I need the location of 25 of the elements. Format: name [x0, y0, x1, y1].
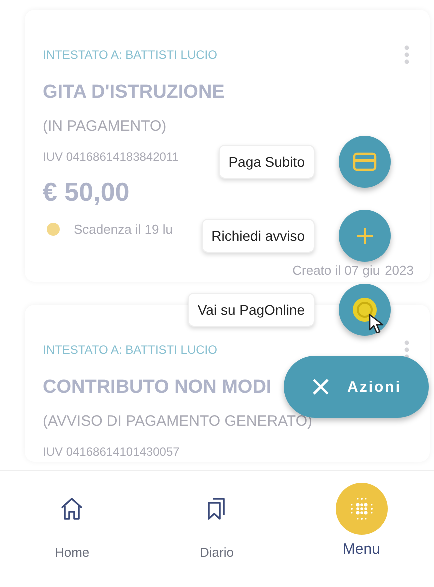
action-label[interactable]: Vai su PagOnline: [188, 293, 315, 327]
home-icon: [59, 496, 86, 522]
holder-label: INTESTATO A: BATTISTI LUCIO: [43, 343, 218, 357]
payment-status: (IN PAGAMENTO): [43, 118, 167, 136]
grid-dots-icon: [348, 496, 375, 522]
nav-tab[interactable]: Home: [0, 483, 145, 587]
created-year: 2023: [385, 263, 414, 279]
plus-icon: [356, 227, 374, 245]
nav-tab[interactable]: Diario: [144, 483, 290, 587]
credit-card-icon: [353, 152, 377, 172]
nav-tab[interactable]: Menu: [289, 483, 434, 587]
action-label[interactable]: Richiedi avviso: [202, 219, 315, 253]
payment-title: CONTRIBUTO NON MODI: [43, 377, 272, 399]
status-dot-icon: [47, 222, 60, 236]
iuv-code: IUV 04168614101430057: [43, 445, 180, 459]
iuv-code: IUV 04168614183842011: [43, 150, 179, 164]
cursor-icon: [369, 314, 385, 334]
coin-icon: [352, 297, 378, 323]
deadline-text: Scadenza il 19 lu: [74, 222, 174, 236]
holder-label: INTESTATO A: BATTISTI LUCIO: [43, 48, 218, 62]
payment-title: GITA D'ISTRUZIONE: [43, 82, 225, 104]
close-icon: [312, 378, 330, 396]
amount: € 50,00: [43, 177, 130, 207]
action-label[interactable]: Paga Subito: [218, 145, 315, 179]
created-date: Creato il 07 giu: [292, 263, 380, 279]
